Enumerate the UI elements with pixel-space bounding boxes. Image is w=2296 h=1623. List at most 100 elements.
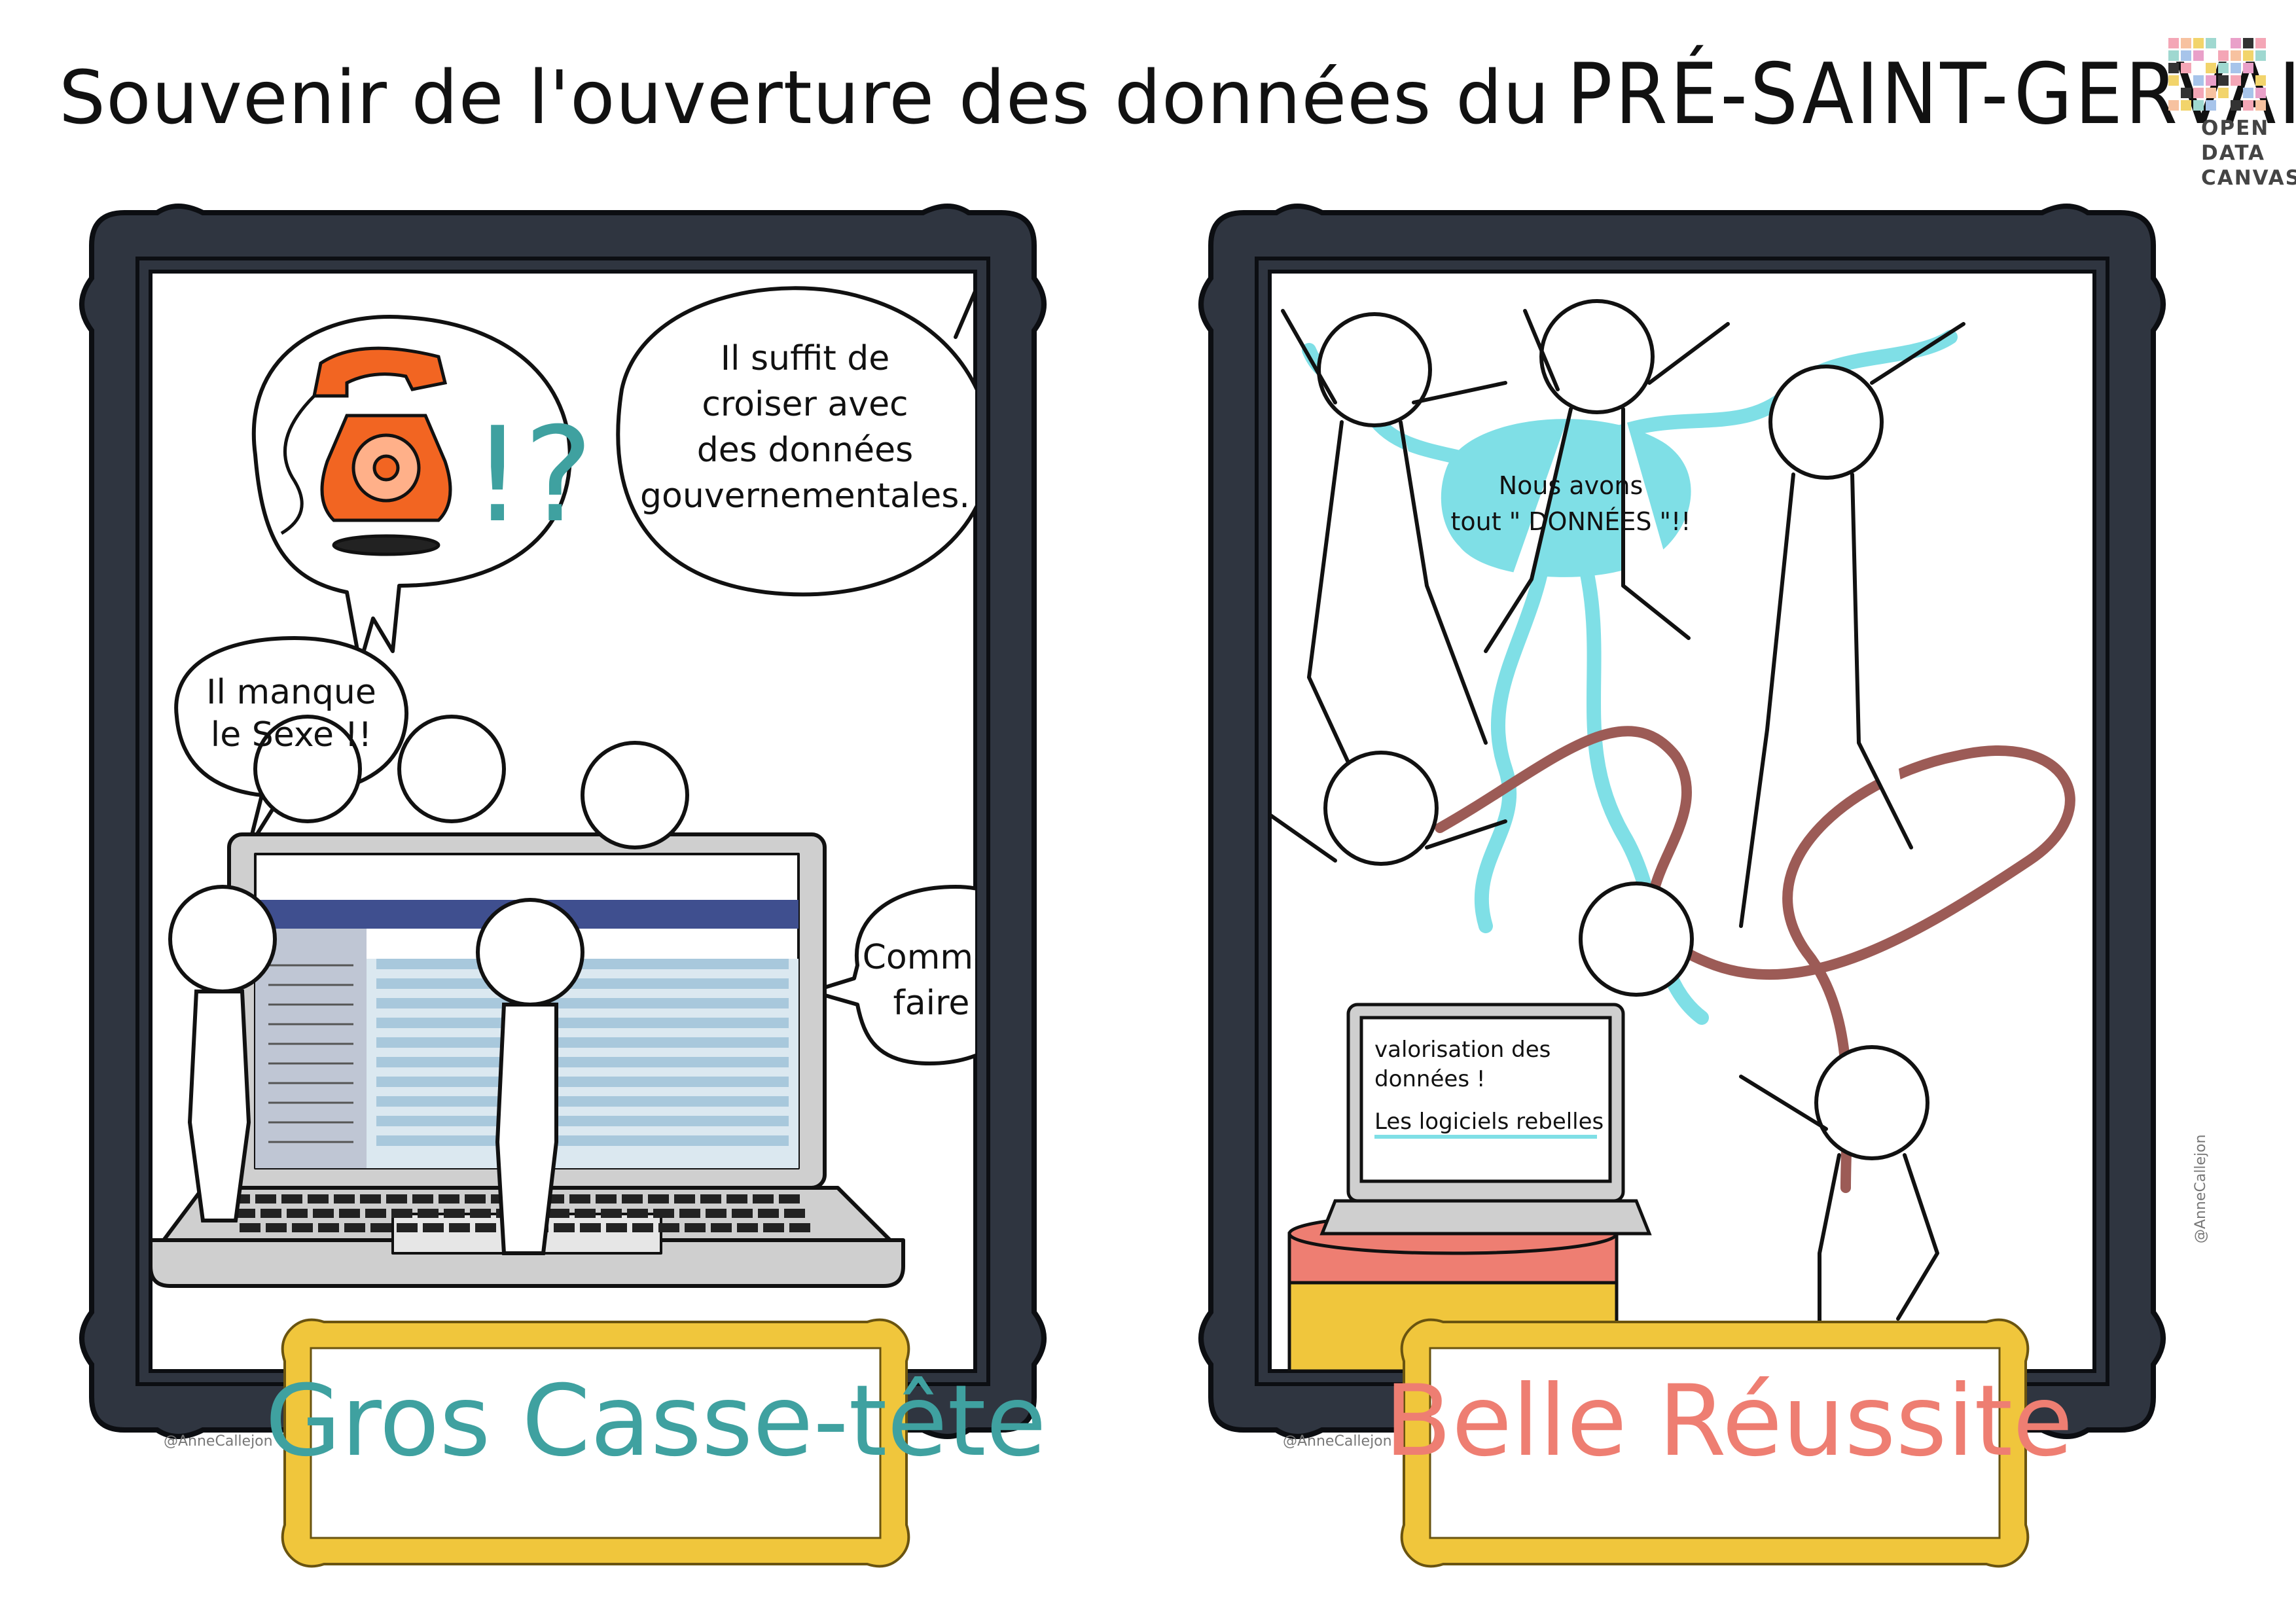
logo-pixel	[2218, 50, 2229, 61]
page-title: Souvenir de l'ouverture des données du PR…	[59, 26, 2296, 164]
logo-pixel	[2193, 75, 2204, 86]
logo-pixel	[2255, 88, 2266, 98]
cross-data-line-3: des données	[697, 431, 913, 470]
how-line-2: faire ?	[893, 984, 975, 1023]
left-plaque-label: Gros Casse-tête	[265, 1364, 1047, 1478]
logo-pixel	[2168, 75, 2179, 86]
logo-line-canvas: CANVAS	[2201, 166, 2296, 190]
keyboard-key	[334, 1194, 355, 1204]
logo-pixel	[2255, 50, 2266, 61]
keyboard-key	[711, 1223, 732, 1232]
keyboard-key	[418, 1209, 439, 1218]
logo-line-data: DATA	[2201, 141, 2266, 165]
keyboard-key	[789, 1223, 810, 1232]
logo-pixel	[2181, 100, 2191, 111]
logo-pixel	[2243, 100, 2253, 111]
keyboard-key	[439, 1194, 459, 1204]
logo-pixel	[2243, 38, 2253, 48]
logo-pixel	[2181, 88, 2191, 98]
logo-pixel	[2231, 100, 2241, 111]
logo-pixel	[2206, 75, 2216, 86]
keyboard-key	[580, 1223, 601, 1232]
data-row	[376, 978, 789, 989]
data-row	[376, 1116, 789, 1126]
open-data-canvas-logo: OPEN DATA CANVAS	[2163, 33, 2296, 190]
keyboard-key	[575, 1209, 596, 1218]
standing-person-head	[168, 885, 277, 993]
title-prefix: Souvenir de l'ouverture des données du	[59, 56, 1551, 141]
data-row	[376, 1077, 789, 1087]
missing-line-2: le Sexe !!	[211, 715, 372, 755]
logo-pixel	[2243, 88, 2253, 98]
cross-data-line-4: gouvernementales.	[640, 476, 970, 516]
keyboard-key	[344, 1223, 365, 1232]
dancer-head	[1768, 365, 1884, 480]
keyboard-key	[313, 1209, 334, 1218]
logo-pixel	[2168, 50, 2179, 61]
logo-pixel	[2255, 38, 2266, 48]
data-row	[376, 1135, 789, 1146]
logo-pixel	[2168, 38, 2179, 48]
logo-pixel-grid-icon	[2168, 38, 2266, 111]
keyboard-key	[732, 1209, 753, 1218]
logo-pixel	[2231, 50, 2241, 61]
logo-pixel	[2255, 100, 2266, 111]
logo-line-open: OPEN	[2201, 116, 2270, 140]
keyboard-key	[606, 1223, 627, 1232]
left-panel-illustration: !? Il suffit de croiser avec des données…	[151, 286, 975, 1288]
keyboard-key	[370, 1223, 391, 1232]
logo-pixel	[2168, 100, 2179, 111]
keyboard-key	[706, 1209, 726, 1218]
data-row	[376, 998, 789, 1008]
keyboard-key	[622, 1194, 643, 1204]
logo-pixel	[2181, 63, 2191, 73]
keyboard-key	[700, 1194, 721, 1204]
keyboard-key	[753, 1194, 774, 1204]
logo-pixel	[2193, 38, 2204, 48]
right-plaque-label: Belle Réussite	[1384, 1364, 2073, 1478]
keyboard-key	[475, 1223, 496, 1232]
keyboard-key	[444, 1209, 465, 1218]
logo-pixel	[2231, 75, 2241, 86]
keyboard-key	[653, 1209, 674, 1218]
data-row	[376, 1096, 789, 1107]
logo-pixel	[2193, 88, 2204, 98]
logo-pixel	[2181, 38, 2191, 48]
keyboard-key	[763, 1223, 784, 1232]
peeking-person-head	[581, 741, 689, 849]
keyboard-key	[260, 1209, 281, 1218]
data-row	[376, 1057, 789, 1067]
keyboard-key	[281, 1194, 302, 1204]
keyboard-key	[674, 1194, 695, 1204]
cross-data-line-1: Il suffit de	[721, 339, 890, 378]
standing-person-head	[476, 898, 584, 1007]
logo-pixel	[2206, 88, 2216, 98]
keyboard-key	[391, 1209, 412, 1218]
logo-pixel	[2206, 63, 2216, 73]
logo-pixel	[2231, 63, 2241, 73]
keyboard-key	[266, 1223, 287, 1232]
data-row	[376, 1018, 789, 1028]
data-row	[376, 1037, 789, 1048]
keyboard-key	[292, 1223, 313, 1232]
right-signature: @AnneCallejon	[1283, 1433, 1392, 1450]
keyboard-key	[737, 1223, 758, 1232]
keyboard-key	[397, 1223, 418, 1232]
right-panel-illustration: valorisation des données ! Les logiciels…	[1270, 299, 2075, 1371]
cyan-bubble-line-2: tout " DONNÉES "!!	[1451, 507, 1691, 536]
keyboard-key	[287, 1209, 308, 1218]
keyboard-key	[779, 1194, 800, 1204]
dancer-head	[1579, 882, 1694, 997]
keyboard-key	[365, 1209, 386, 1218]
keyboard-key	[685, 1223, 706, 1232]
keyboard-key	[386, 1194, 407, 1204]
how-line-1: Comment	[863, 938, 975, 977]
laptop-screen-line-3: Les logiciels rebelles	[1374, 1109, 1604, 1135]
keyboard-key	[548, 1209, 569, 1218]
keyboard-key	[255, 1194, 276, 1204]
keyboard-key	[601, 1209, 622, 1218]
keyboard-key	[627, 1209, 648, 1218]
keyboard-key	[470, 1209, 491, 1218]
keyboard-key	[308, 1194, 329, 1204]
keyboard-key	[648, 1194, 669, 1204]
